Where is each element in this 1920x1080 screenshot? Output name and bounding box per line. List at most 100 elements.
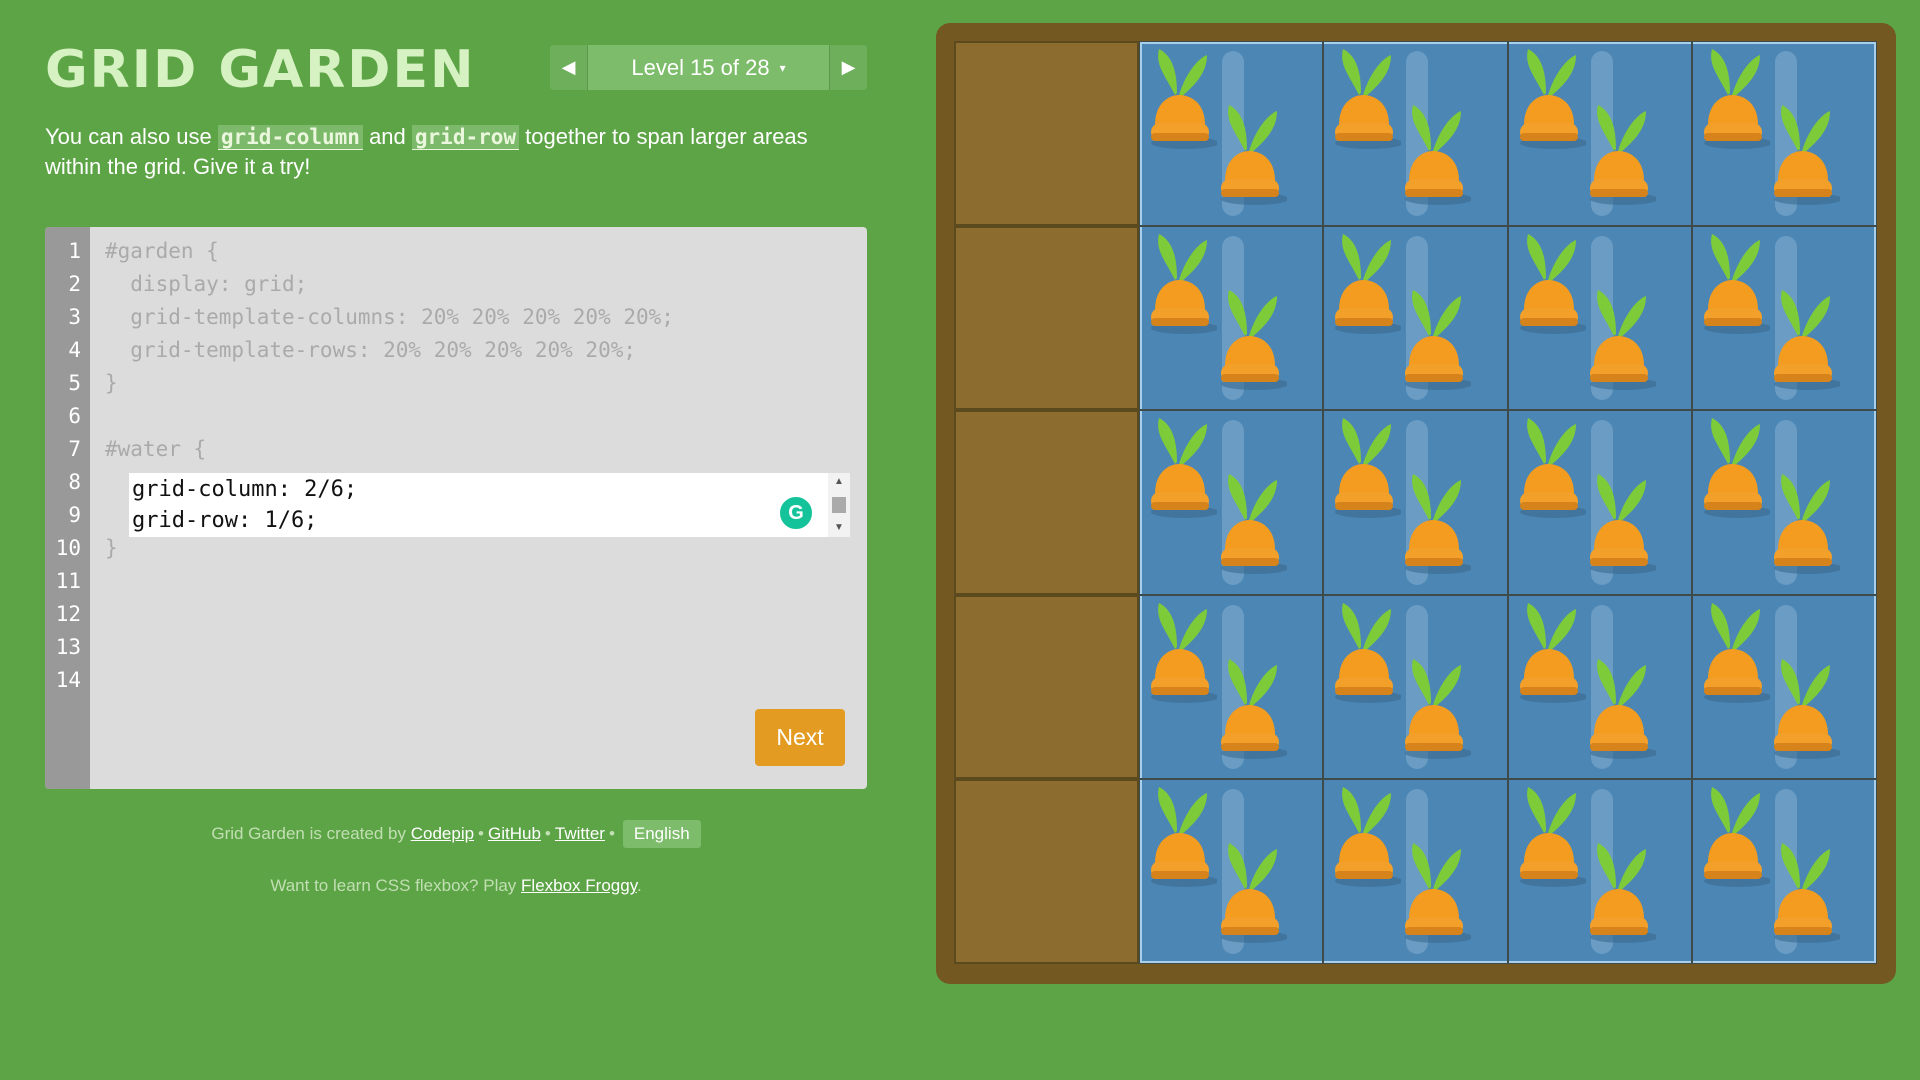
code-line: #water { <box>105 437 207 461</box>
carrot-icon <box>1335 49 1402 149</box>
carrot-icon <box>1150 233 1217 334</box>
carrot-icon <box>1774 474 1841 575</box>
previous-level-button[interactable]: ◀ <box>550 45 588 90</box>
input-line[interactable]: grid-row: 1/6; <box>132 508 317 533</box>
soil-cell <box>954 594 1139 780</box>
instructions-text: and <box>362 124 412 149</box>
carrot-icon <box>1704 49 1771 149</box>
level-dropdown[interactable]: Level 15 of 28 ▾ <box>588 45 829 90</box>
flexbox-promo: Want to learn CSS flexbox? Play Flexbox … <box>45 876 867 896</box>
carrot-icon <box>1589 843 1656 944</box>
scroll-thumb[interactable] <box>832 497 846 513</box>
bullet: • <box>608 824 615 843</box>
line-number: 9 <box>68 503 81 527</box>
carrot-icon <box>1589 289 1656 390</box>
carrot-icon <box>1335 787 1402 888</box>
input-line[interactable]: grid-column: 2/6; <box>132 477 357 502</box>
carrot-icon <box>1220 105 1287 205</box>
carrot-icon <box>1519 233 1586 334</box>
carrot-icon <box>1335 602 1402 703</box>
code-line: grid-template-columns: 20% 20% 20% 20% 2… <box>105 305 674 329</box>
carrot-icon <box>1519 787 1586 888</box>
line-number: 4 <box>68 338 81 362</box>
carrot-icon <box>1774 843 1841 944</box>
carrot-icon <box>1405 474 1472 575</box>
carrot-icon <box>1405 105 1472 205</box>
flexbox-froggy-link[interactable]: Flexbox Froggy <box>521 876 637 895</box>
line-number: 1 <box>68 239 81 263</box>
carrot-icon <box>1150 418 1217 519</box>
carrot-icon <box>1519 49 1586 149</box>
line-number: 13 <box>55 635 81 659</box>
carrot-icon <box>1335 418 1402 519</box>
period: . <box>636 876 642 895</box>
bullet: • <box>544 824 551 843</box>
soil-cell <box>954 779 1139 964</box>
page-title: GRID GARDEN <box>45 40 476 100</box>
carrot-icon <box>1150 787 1217 888</box>
soil-cell <box>954 410 1139 595</box>
line-number: 6 <box>68 404 81 428</box>
garden-grid <box>954 41 1877 964</box>
garden-frame <box>936 23 1896 984</box>
carrot-icon <box>1774 289 1841 390</box>
carrot-icon <box>1335 233 1402 334</box>
line-number: 8 <box>68 470 81 494</box>
caret-down-icon: ▾ <box>779 60 786 75</box>
carrot-icon <box>1405 658 1472 759</box>
carrot-icon <box>1220 289 1287 390</box>
carrot-icon <box>1150 49 1217 149</box>
line-number: 12 <box>55 602 81 626</box>
credits-text: Grid Garden is created by <box>211 824 411 843</box>
carrot-icon <box>1774 105 1841 205</box>
level-label: Level 15 of 28 <box>631 54 770 80</box>
line-number: 3 <box>68 305 81 329</box>
carrot-icon <box>1220 658 1287 759</box>
scrollbar[interactable]: ▲ ▼ <box>828 473 850 537</box>
codepip-link[interactable]: Codepip <box>411 824 474 843</box>
code-line: #garden { <box>105 239 219 263</box>
carrot-icon <box>1519 418 1586 519</box>
carrot-icon <box>1704 602 1771 703</box>
code-keyword-grid-row: grid-row <box>411 125 520 150</box>
carrot-icon <box>1589 658 1656 759</box>
line-number: 2 <box>68 272 81 296</box>
carrot-icon <box>1405 843 1472 944</box>
carrot-icon <box>1704 233 1771 334</box>
next-button[interactable]: Next <box>755 709 845 766</box>
line-number: 14 <box>55 668 81 692</box>
code-line: } <box>105 536 118 560</box>
code-keyword-grid-column: grid-column <box>217 125 363 150</box>
carrot-icon <box>1774 658 1841 759</box>
soil-cell <box>954 41 1139 226</box>
promo-text: Want to learn CSS flexbox? Play <box>270 876 522 895</box>
code-line: grid-template-rows: 20% 20% 20% 20% 20%; <box>105 338 637 362</box>
instructions-text: You can also use <box>45 124 218 149</box>
carrot-icon <box>1589 474 1656 575</box>
triangle-left-icon: ◀ <box>561 57 576 77</box>
next-level-button[interactable]: ▶ <box>829 45 867 90</box>
carrot-icon <box>1704 787 1771 888</box>
github-link[interactable]: GitHub <box>488 824 541 843</box>
credits-footer: Grid Garden is created by Codepip • GitHub… <box>45 820 867 848</box>
line-number: 7 <box>68 437 81 461</box>
carrot-icon <box>1589 105 1656 205</box>
carrot-icon <box>1405 289 1472 390</box>
grammarly-icon[interactable]: G <box>778 495 814 531</box>
soil-cell <box>954 225 1139 411</box>
twitter-link[interactable]: Twitter <box>555 824 605 843</box>
scroll-up-icon[interactable]: ▲ <box>828 475 850 489</box>
css-input[interactable]: grid-column: 2/6; grid-row: 1/6; G ▲ ▼ <box>129 473 850 537</box>
code-line: display: grid; <box>105 272 308 296</box>
line-number: 5 <box>68 371 81 395</box>
carrot-icon <box>1519 602 1586 703</box>
line-number: 11 <box>55 569 81 593</box>
code-editor: 1 2 3 4 5 6 7 8 9 10 11 12 13 14 #garden { display: g… <box>45 227 867 789</box>
carrot-icon <box>1150 602 1217 703</box>
instructions: You can also use grid-column and grid-ro… <box>45 122 845 181</box>
language-button[interactable]: English <box>622 820 701 848</box>
code-line: } <box>105 371 118 395</box>
line-number: 10 <box>55 536 81 560</box>
carrot-icon <box>1220 474 1287 575</box>
scroll-down-icon[interactable]: ▼ <box>828 521 850 535</box>
